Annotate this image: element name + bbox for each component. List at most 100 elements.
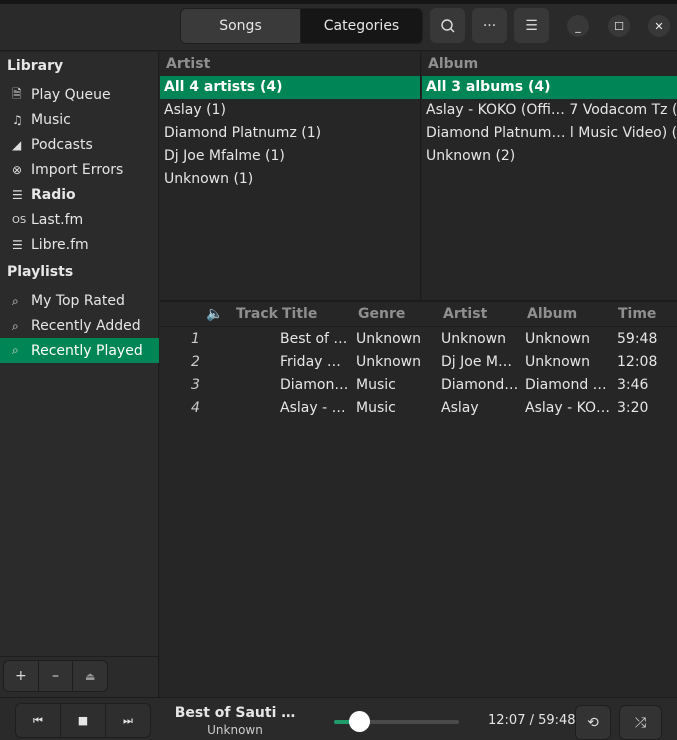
search-button[interactable]	[430, 8, 465, 43]
sidebar-item-music[interactable]: ♫ Music	[0, 108, 159, 132]
shuffle-icon: ⤮	[634, 714, 647, 731]
smart-playlist-icon: ⌕	[12, 318, 19, 333]
track-album: Aslay - KO…	[525, 400, 611, 416]
smart-playlist-icon: ⌕	[12, 293, 19, 308]
sidebar-item-label: Music	[31, 112, 71, 128]
playlists-heading: Playlists	[7, 264, 74, 280]
track-artist: Aslay	[441, 400, 479, 416]
album-item[interactable]: Unknown (2)	[422, 145, 677, 168]
sidebar-item-play-queue[interactable]: 🗎 Play Queue	[0, 83, 159, 107]
search-icon	[440, 18, 454, 32]
add-playlist-button[interactable]: +	[4, 661, 39, 691]
sidebar-item-label: Podcasts	[31, 137, 93, 153]
maximize-button[interactable]: ☐	[608, 15, 630, 37]
column-title[interactable]: Title	[282, 306, 317, 322]
tab-categories[interactable]: Categories	[300, 8, 423, 44]
column-time[interactable]: Time	[618, 306, 656, 322]
track-title: Friday …	[280, 354, 341, 370]
more-button[interactable]: ···	[472, 8, 507, 43]
previous-icon: ⏮	[33, 713, 43, 727]
artist-header[interactable]: Artist	[160, 52, 420, 76]
maximize-icon: ☐	[614, 19, 624, 33]
artist-item[interactable]: All 4 artists (4)	[160, 76, 420, 99]
track-number: 1	[191, 331, 200, 347]
previous-button[interactable]: ⏮	[16, 704, 61, 737]
artist-item[interactable]: Aslay (1)	[160, 99, 420, 122]
now-playing-artist: Unknown	[207, 723, 263, 737]
document-icon: 🗎	[12, 86, 22, 101]
sidebar-item-label: My Top Rated	[31, 293, 125, 309]
music-note-icon: ♫	[12, 113, 23, 127]
column-genre[interactable]: Genre	[358, 306, 405, 322]
seek-handle[interactable]	[349, 711, 370, 732]
table-row[interactable]: 2 Friday … Unknown Dj Joe M… Unknown 12:08	[160, 351, 677, 374]
menu-button[interactable]: ☰	[514, 8, 549, 43]
sidebar-item-radio[interactable]: ☰ Radio	[0, 183, 159, 207]
sidebar-item-import-errors[interactable]: ⊗ Import Errors	[0, 158, 159, 182]
artist-item[interactable]: Diamond Platnumz (1)	[160, 122, 420, 145]
next-icon: ⏭	[123, 713, 133, 727]
track-time: 3:20	[617, 400, 649, 416]
minus-icon: –	[52, 668, 59, 684]
sidebar-item-lastfm[interactable]: OS Last.fm	[0, 208, 159, 232]
sidebar-item-my-top-rated[interactable]: ⌕ My Top Rated	[0, 289, 159, 313]
album-browser: Album All 3 albums (4) Aslay - KOKO (Off…	[422, 52, 677, 300]
divider	[0, 656, 159, 657]
sidebar-item-label: Recently Added	[31, 318, 141, 334]
sidebar-item-recently-added[interactable]: ⌕ Recently Added	[0, 314, 159, 338]
sidebar-item-label: Import Errors	[31, 162, 124, 178]
speaker-icon[interactable]: 🔈	[206, 306, 223, 322]
album-header[interactable]: Album	[422, 52, 677, 76]
stop-button[interactable]: ■	[61, 704, 106, 737]
track-genre: Music	[356, 377, 396, 393]
shuffle-button[interactable]: ⤮	[619, 705, 662, 740]
sidebar-item-podcasts[interactable]: ◢ Podcasts	[0, 133, 159, 157]
artist-item[interactable]: Unknown (1)	[160, 168, 420, 191]
track-list-header: 🔈 Track Title Genre Artist Album Time	[160, 302, 677, 327]
sidebar-item-label: Radio	[31, 187, 76, 203]
track-genre: Unknown	[356, 331, 421, 347]
now-playing-title: Best of Sauti …	[174, 705, 296, 721]
column-album[interactable]: Album	[527, 306, 577, 322]
album-item[interactable]: Diamond Platnum… l Music Video) (1)	[422, 122, 677, 145]
track-album: Diamond …	[525, 377, 607, 393]
minimize-button[interactable]: _	[567, 15, 589, 37]
artist-item[interactable]: Dj Joe Mfalme (1)	[160, 145, 420, 168]
track-title: Aslay - …	[280, 400, 346, 416]
menu-icon: ☰	[525, 17, 538, 34]
table-row[interactable]: 3 Diamon… Music Diamond… Diamond … 3:46	[160, 374, 677, 397]
column-artist[interactable]: Artist	[443, 306, 487, 322]
track-number: 2	[191, 354, 200, 370]
playback-controls: ⏮ ■ ⏭	[15, 703, 151, 738]
track-time: 12:08	[617, 354, 658, 370]
album-item[interactable]: Aslay - KOKO (Offi… 7 Vodacom Tz (1)	[422, 99, 677, 122]
album-item[interactable]: All 3 albums (4)	[422, 76, 677, 99]
next-button[interactable]: ⏭	[106, 704, 150, 737]
track-list: 🔈 Track Title Genre Artist Album Time 1 B…	[160, 300, 677, 697]
player-bar: ⏮ ■ ⏭ Best of Sauti … Unknown 12:07 / 59…	[0, 697, 677, 740]
track-album: Unknown	[525, 331, 590, 347]
seek-slider[interactable]	[334, 711, 459, 732]
track-number: 3	[191, 377, 200, 393]
close-button[interactable]: ✕	[648, 15, 670, 37]
sidebar-item-librefm[interactable]: ☰ Libre.fm	[0, 233, 159, 257]
column-track[interactable]: Track	[236, 306, 278, 322]
track-genre: Unknown	[356, 354, 421, 370]
sidebar-item-label: Play Queue	[31, 87, 111, 103]
repeat-icon: ⟲	[587, 714, 599, 731]
table-row[interactable]: 1 Best of … Unknown Unknown Unknown 59:48	[160, 328, 677, 351]
playback-time: 12:07 / 59:48	[488, 713, 576, 728]
smart-playlist-icon: ⌕	[12, 343, 19, 357]
remove-playlist-button[interactable]: –	[39, 661, 74, 691]
error-icon: ⊗	[12, 163, 23, 177]
tab-songs[interactable]: Songs	[180, 8, 301, 44]
sidebar: Library 🗎 Play Queue ♫ Music ◢ Podcasts ⊗ Im…	[0, 52, 159, 697]
sidebar-item-label: Recently Played	[31, 342, 143, 359]
repeat-button[interactable]: ⟲	[575, 705, 611, 740]
eject-button[interactable]: ⏏	[73, 661, 107, 691]
more-icon: ···	[482, 17, 497, 34]
eject-icon: ⏏	[84, 669, 96, 683]
rss-icon: ◢	[12, 138, 22, 152]
sidebar-item-recently-played[interactable]: ⌕ Recently Played	[0, 338, 159, 363]
table-row[interactable]: 4 Aslay - … Music Aslay Aslay - KO… 3:20	[160, 397, 677, 420]
